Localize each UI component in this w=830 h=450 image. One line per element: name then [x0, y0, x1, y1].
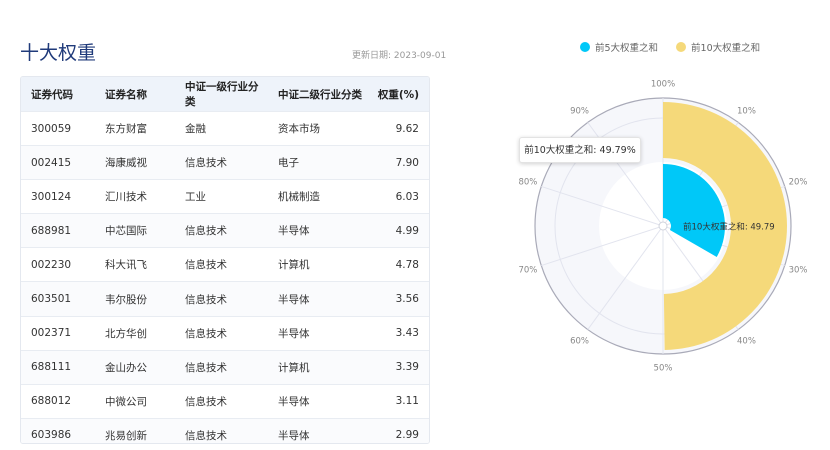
cell-weight: 3.39 — [363, 349, 429, 385]
angle-tick-label: 40% — [737, 336, 756, 346]
cell-industry-1: 信息技术 — [175, 281, 268, 317]
cell-code: 603501 — [21, 281, 95, 317]
column-header-code: 证券代码 — [21, 77, 95, 112]
bar-labels: 前10大权重之和: 49.79 — [683, 222, 775, 233]
angle-tick-label: 70% — [518, 265, 537, 275]
table-row: 603501 韦尔股份 信息技术 半导体 3.56 — [21, 281, 429, 317]
cell-industry-1: 信息技术 — [175, 417, 268, 443]
angle-tick-label: 30% — [789, 265, 808, 275]
cell-industry-1: 信息技术 — [175, 383, 268, 419]
cell-name: 汇川技术 — [95, 179, 175, 214]
cell-name: 中芯国际 — [95, 213, 175, 248]
cell-name: 中微公司 — [95, 383, 175, 419]
cell-industry-1: 信息技术 — [175, 349, 268, 385]
cell-name: 海康威视 — [95, 145, 175, 180]
cell-industry-1: 信息技术 — [175, 213, 268, 248]
angle-tick-label: 10% — [737, 107, 756, 117]
legend-item-top5[interactable]: 前5大权重之和 — [580, 40, 658, 54]
angle-tick-label: 60% — [570, 336, 589, 346]
polar-center — [658, 221, 668, 231]
angle-tick-label: 100% — [651, 80, 675, 90]
cell-name: 北方华创 — [95, 315, 175, 351]
angle-tick-label: 50% — [654, 364, 673, 374]
cell-weight: 7.90 — [363, 145, 429, 180]
table-header-row: 证券代码 证券名称 中证一级行业分类 中证二级行业分类 权重(%) — [21, 77, 429, 112]
page-title: 十大权重 — [20, 42, 97, 64]
cell-industry-1: 金融 — [175, 110, 268, 146]
cell-code: 688111 — [21, 349, 95, 385]
table-row: 603986 兆易创新 信息技术 半导体 2.99 — [21, 417, 429, 443]
cell-weight: 6.03 — [363, 179, 429, 214]
cell-weight: 4.78 — [363, 247, 429, 282]
cell-industry-2: 半导体 — [268, 417, 363, 443]
cell-code: 002371 — [21, 315, 95, 351]
cell-industry-2: 电子 — [268, 145, 363, 180]
legend-label-top10: 前10大权重之和 — [691, 43, 761, 54]
cell-code: 688012 — [21, 383, 95, 419]
chart-tooltip: 前10大权重之和: 49.79% — [519, 137, 641, 163]
weight-polar-chart: 100% 10% 20% 30% 40% 50% 60% 70% 80% 90% 前10大权重之和… — [518, 80, 808, 374]
cell-name: 兆易创新 — [95, 417, 175, 443]
cell-industry-1: 信息技术 — [175, 315, 268, 351]
legend-item-top10[interactable]: 前10大权重之和 — [676, 40, 760, 54]
table-row: 688111 金山办公 信息技术 计算机 3.39 — [21, 349, 429, 385]
cell-code: 002415 — [21, 145, 95, 180]
table-row: 300124 汇川技术 工业 机械制造 6.03 — [21, 179, 429, 214]
bar-label-top10: 前10大权重之和: 49.79 — [683, 222, 775, 233]
cell-code: 603986 — [21, 417, 95, 443]
cell-name: 东方财富 — [95, 110, 175, 146]
table-row: 300059 东方财富 金融 资本市场 9.62 — [21, 110, 429, 146]
angle-tick-label: 20% — [789, 178, 808, 188]
column-header-weight: 权重(%) — [363, 77, 429, 112]
cell-industry-2: 半导体 — [268, 315, 363, 351]
chart-legend: 前5大权重之和 前10大权重之和 — [580, 40, 760, 54]
cell-weight: 4.99 — [363, 213, 429, 248]
cell-code: 002230 — [21, 247, 95, 282]
cell-industry-2: 计算机 — [268, 349, 363, 385]
cell-weight: 3.56 — [363, 281, 429, 317]
cell-industry-2: 半导体 — [268, 281, 363, 317]
cell-weight: 9.62 — [363, 110, 429, 146]
angle-tick-label: 80% — [518, 178, 537, 188]
table-row: 688012 中微公司 信息技术 半导体 3.11 — [21, 383, 429, 419]
angle-tick-label: 90% — [570, 107, 589, 117]
legend-swatch-top10 — [676, 42, 687, 52]
update-date: 更新日期: 2023-09-01 — [352, 51, 447, 61]
cell-industry-1: 信息技术 — [175, 247, 268, 282]
cell-industry-1: 工业 — [175, 179, 268, 214]
cell-industry-2: 半导体 — [268, 213, 363, 248]
cell-weight: 3.11 — [363, 383, 429, 419]
cell-code: 300059 — [21, 110, 95, 146]
cell-weight: 2.99 — [363, 417, 429, 443]
cell-industry-2: 半导体 — [268, 383, 363, 419]
holdings-table: 证券代码 证券名称 中证一级行业分类 中证二级行业分类 权重(%) 300059… — [20, 76, 430, 444]
column-header-name: 证券名称 — [95, 77, 175, 112]
cell-industry-2: 机械制造 — [268, 179, 363, 214]
cell-industry-2: 计算机 — [268, 247, 363, 282]
cell-code: 688981 — [21, 213, 95, 248]
cell-name: 科大讯飞 — [95, 247, 175, 282]
table-row: 002415 海康威视 信息技术 电子 7.90 — [21, 145, 429, 180]
cell-industry-2: 资本市场 — [268, 110, 363, 146]
column-header-industry-2: 中证二级行业分类 — [268, 77, 363, 112]
table-row: 688981 中芯国际 信息技术 半导体 4.99 — [21, 213, 429, 248]
table-row: 002371 北方华创 信息技术 半导体 3.43 — [21, 315, 429, 351]
column-header-industry-1: 中证一级行业分类 — [175, 77, 268, 112]
legend-swatch-top5 — [580, 42, 590, 52]
table-row: 002230 科大讯飞 信息技术 计算机 4.78 — [21, 247, 429, 282]
cell-code: 300124 — [21, 179, 95, 214]
legend-label-top5: 前5大权重之和 — [595, 43, 659, 54]
cell-industry-1: 信息技术 — [175, 145, 268, 180]
cell-name: 金山办公 — [95, 349, 175, 385]
cell-name: 韦尔股份 — [95, 281, 175, 317]
cell-weight: 3.43 — [363, 315, 429, 351]
